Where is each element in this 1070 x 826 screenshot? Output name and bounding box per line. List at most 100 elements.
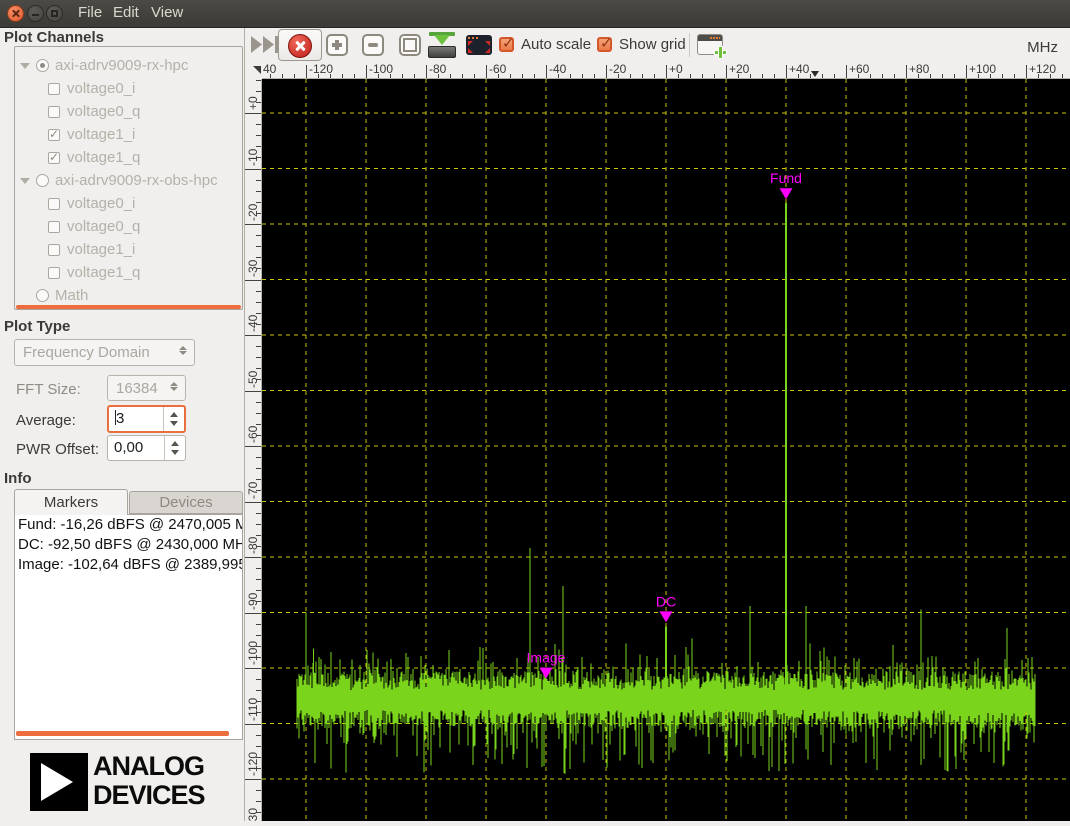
y-minor-tick [256, 735, 261, 736]
y-tick-label: -120 [246, 752, 260, 776]
channel-checkbox[interactable] [48, 244, 60, 256]
tab-devices[interactable]: Devices [129, 491, 243, 514]
y-major-tick [245, 335, 261, 336]
x-minor-tick [474, 74, 475, 78]
x-tick-label: +100 [969, 62, 996, 76]
channel-checkbox[interactable] [48, 152, 60, 164]
zoom-fit-button[interactable] [399, 34, 421, 56]
analog-devices-logo-text: ANALOG DEVICES [93, 752, 205, 810]
analog-devices-logo-icon [30, 753, 88, 811]
y-major-tick [245, 779, 261, 780]
fft-size-select[interactable]: 16384 [107, 375, 186, 401]
show-grid-label[interactable]: Show grid [619, 36, 686, 53]
channel-label: voltage1_i [67, 241, 135, 258]
x-minor-tick [690, 74, 691, 78]
x-minor-tick [822, 74, 823, 78]
y-minor-tick [256, 424, 261, 425]
channel-checkbox[interactable] [48, 198, 60, 210]
channel-row[interactable]: voltage1_i [15, 239, 242, 261]
y-minor-tick [256, 524, 261, 525]
marker-label: Image [527, 650, 566, 666]
x-minor-tick [450, 74, 451, 78]
channel-row[interactable]: voltage0_i [15, 193, 242, 215]
channel-checkbox[interactable] [48, 267, 60, 279]
spin-arrows-icon[interactable] [163, 407, 184, 431]
channel-row[interactable]: voltage1_i [15, 124, 242, 146]
y-tick-label: -130 [246, 807, 260, 821]
info-horizontal-scrollbar[interactable] [16, 731, 229, 736]
zoom-in-button[interactable] [326, 34, 348, 56]
x-minor-tick [402, 74, 403, 78]
zoom-out-button[interactable] [362, 34, 384, 56]
pwr-offset-spinbox[interactable]: 0,00 [107, 435, 186, 461]
expander-icon[interactable] [20, 63, 30, 69]
x-minor-tick [594, 74, 595, 78]
y-tick-label: -30 [246, 259, 260, 276]
channel-checkbox[interactable] [48, 106, 60, 118]
x-major-tick [546, 65, 547, 78]
channel-device-row[interactable]: axi-adrv9009-rx-obs-hpc [15, 170, 242, 192]
spectrum-plot[interactable]: Fund DC Image [262, 79, 1070, 821]
tab-markers[interactable]: Markers [14, 489, 128, 515]
channel-checkbox[interactable] [48, 221, 60, 233]
ruler-corner [245, 62, 262, 79]
channel-row[interactable]: voltage0_i [15, 78, 242, 100]
marker-readout-panel[interactable]: Fund: -16,26 dBFS @ 2470,005 MHz DC: -92… [14, 514, 243, 740]
x-minor-tick [714, 74, 715, 78]
channel-row[interactable]: voltage0_q [15, 216, 242, 238]
channel-checkbox[interactable] [48, 129, 60, 141]
auto-scale-label[interactable]: Auto scale [521, 36, 591, 53]
y-tick-label: -80 [246, 537, 260, 554]
new-plot-window-button[interactable] [697, 34, 723, 55]
x-minor-tick [750, 74, 751, 78]
device-radio[interactable] [36, 59, 49, 72]
auto-scale-checkbox[interactable] [499, 37, 514, 52]
device-radio[interactable] [36, 174, 49, 187]
plot-type-header: Plot Type [4, 318, 70, 335]
chevron-updown-icon [170, 381, 179, 392]
x-major-tick [906, 65, 907, 78]
x-minor-tick [774, 74, 775, 78]
x-minor-tick [942, 74, 943, 78]
stop-capture-button[interactable] [278, 29, 322, 61]
window-close-button[interactable] [7, 5, 24, 22]
x-tick-label: +40 [789, 62, 809, 76]
y-minor-tick [256, 257, 261, 258]
menu-file[interactable]: File [78, 4, 102, 21]
x-major-tick [606, 65, 607, 78]
capture-play-icon[interactable] [251, 36, 279, 53]
spin-arrows-icon[interactable] [164, 436, 185, 460]
channel-row[interactable]: voltage1_q [15, 262, 242, 284]
expander-icon[interactable] [20, 178, 30, 184]
plot-type-select[interactable]: Frequency Domain [14, 339, 195, 366]
marker-label: Fund [770, 170, 802, 186]
y-minor-tick [256, 246, 261, 247]
y-minor-tick [256, 291, 261, 292]
y-major-tick [245, 446, 261, 447]
y-major-tick [245, 391, 261, 392]
y-tick-label: -100 [246, 641, 260, 665]
show-grid-checkbox[interactable] [597, 37, 612, 52]
x-major-tick [726, 65, 727, 78]
x-minor-tick [342, 74, 343, 78]
x-minor-tick [354, 74, 355, 78]
channel-checkbox[interactable] [48, 83, 60, 95]
device-radio[interactable] [36, 289, 49, 302]
channel-row[interactable]: voltage1_q [15, 147, 242, 169]
x-minor-tick [894, 74, 895, 78]
x-minor-tick [414, 74, 415, 78]
ruler-position-marker-icon [811, 71, 819, 77]
save-capture-button[interactable] [428, 32, 456, 58]
marker-label: DC [656, 593, 676, 609]
menu-edit[interactable]: Edit [113, 4, 139, 21]
channel-device-row[interactable]: Math [15, 285, 242, 307]
window-maximize-button[interactable] [46, 5, 63, 22]
device-label: axi-adrv9009-rx-obs-hpc [55, 172, 218, 189]
menu-view[interactable]: View [151, 4, 183, 21]
window-minimize-button[interactable] [27, 5, 44, 22]
channel-row[interactable]: voltage0_q [15, 101, 242, 123]
tree-horizontal-scrollbar[interactable] [16, 305, 241, 309]
average-spinbox[interactable]: 3 [107, 405, 186, 433]
fullscreen-button[interactable] [466, 35, 492, 55]
channel-device-row[interactable]: axi-adrv9009-rx-hpc [15, 55, 242, 77]
